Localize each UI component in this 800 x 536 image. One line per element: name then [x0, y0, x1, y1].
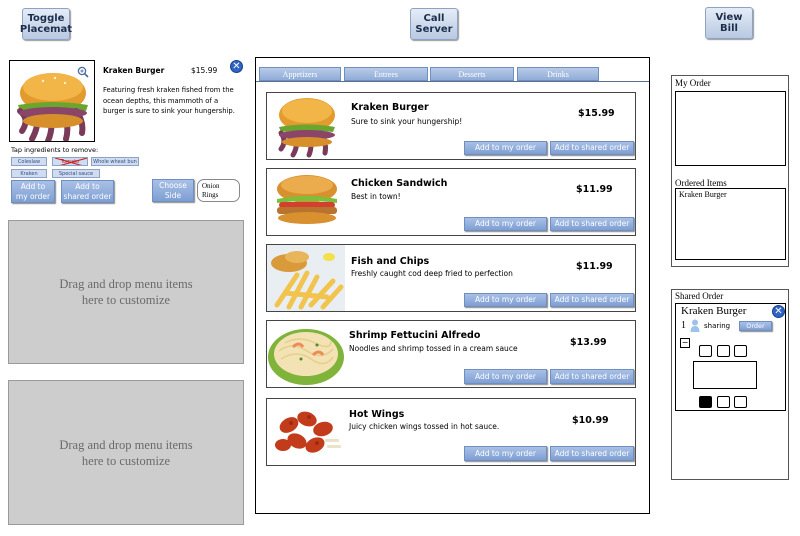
hot-wings-image [267, 399, 345, 465]
tab-drinks[interactable]: Drinks [517, 67, 599, 81]
add-to-shared-order-button[interactable]: Add to shared order [550, 369, 634, 384]
ingredient-chip-whole-wheat-bun[interactable]: Whole wheat bun [91, 157, 139, 166]
my-order-title: My Order [675, 78, 711, 88]
removed-cross-icon [54, 158, 87, 165]
view-bill-button[interactable]: View Bill [705, 7, 753, 39]
seat-empty[interactable] [734, 345, 747, 357]
seat-empty[interactable] [717, 345, 730, 357]
add-to-shared-order-button[interactable]: Add to shared order [550, 293, 634, 307]
detail-price: $15.99 [191, 66, 218, 75]
my-order-list[interactable] [675, 91, 786, 166]
menu-item-name: Chicken Sandwich [351, 178, 448, 189]
zoom-icon[interactable] [77, 65, 89, 78]
add-to-shared-order-button[interactable]: Add to shared order [550, 446, 634, 461]
seat-empty[interactable] [734, 396, 747, 408]
share-count: 1 [681, 320, 686, 331]
fish-and-chips-image [267, 245, 345, 311]
add-to-my-order-button[interactable]: Add to my order [464, 369, 547, 384]
menu-item-desc: Juicy chicken wings tossed in hot sauce. [349, 422, 500, 431]
person-icon [690, 319, 700, 332]
menu-item-desc: Sure to sink your hungership! [351, 117, 463, 126]
tab-divider [256, 81, 649, 82]
menu-item-price: $11.99 [576, 261, 613, 272]
add-to-my-order-button[interactable]: Add to my order [464, 141, 547, 155]
placemat-drop-zone-2[interactable]: Drag and drop menu items here to customi… [8, 380, 244, 525]
shared-order-item[interactable]: Kraken Burger ✕ 1 sharing Order − [675, 303, 786, 411]
table-shape [693, 361, 757, 389]
add-to-my-order-button[interactable]: Add to my order [11, 180, 55, 203]
ordered-item: Kraken Burger [679, 190, 727, 199]
menu-item-price: $13.99 [570, 337, 607, 348]
add-to-shared-order-button[interactable]: Add to shared order [61, 180, 114, 203]
add-to-shared-order-button[interactable]: Add to shared order [550, 141, 634, 155]
tab-appetizers[interactable]: Appetizers [259, 67, 341, 81]
item-detail-card: Kraken Burger $15.99 ✕ Featuring fresh k… [8, 58, 244, 206]
remove-seat-button[interactable]: − [680, 338, 690, 348]
placemat-drop-zone-1[interactable]: Drag and drop menu items here to customi… [8, 220, 244, 364]
ordered-items-list: Kraken Burger [675, 188, 786, 260]
menu-item-desc: Best in town! [351, 192, 401, 201]
kraken-burger-image [267, 93, 345, 159]
close-icon[interactable]: ✕ [772, 305, 785, 318]
menu-item-chicken-sandwich[interactable]: Chicken Sandwich Best in town! $11.99 Ad… [266, 168, 636, 236]
menu-item-fish-and-chips[interactable]: Fish and Chips Freshly caught cod deep f… [266, 244, 636, 312]
add-to-my-order-button[interactable]: Add to my order [464, 293, 547, 307]
tab-desserts[interactable]: Desserts [430, 67, 514, 81]
menu-item-price: $15.99 [578, 108, 615, 119]
tap-ingredients-label: Tap ingredients to remove: [11, 146, 99, 154]
menu-item-shrimp-fettucini-alfredo[interactable]: Shrimp Fettucini Alfredo Noodles and shr… [266, 320, 636, 388]
add-to-shared-order-button[interactable]: Add to shared order [550, 217, 634, 231]
menu-item-desc: Noodles and shrimp tossed in a cream sau… [349, 344, 518, 353]
seat-empty[interactable] [717, 396, 730, 408]
menu-item-price: $11.99 [576, 184, 613, 195]
close-icon[interactable]: ✕ [230, 60, 243, 73]
add-to-my-order-button[interactable]: Add to my order [464, 446, 547, 461]
ingredient-chip-tomato[interactable]: Tomato [52, 157, 88, 166]
menu-item-name: Hot Wings [349, 409, 405, 420]
menu-panel: Appetizers Entrees Desserts Drinks Krake… [255, 57, 650, 514]
add-to-my-order-button[interactable]: Add to my order [464, 217, 547, 231]
ordered-items-title: Ordered Items [675, 178, 727, 188]
shared-order-title: Shared Order [675, 291, 724, 301]
ingredient-chip-kraken[interactable]: Kraken [11, 169, 47, 178]
shrimp-fettucini-image [267, 321, 345, 387]
call-server-button[interactable]: Call Server [410, 8, 458, 40]
shared-item-name: Kraken Burger [681, 305, 747, 317]
menu-item-price: $10.99 [572, 415, 609, 426]
my-order-panel: My Order Ordered Items Kraken Burger [671, 75, 789, 267]
shared-order-panel: Shared Order Kraken Burger ✕ 1 sharing O… [671, 289, 789, 480]
menu-item-kraken-burger[interactable]: Kraken Burger Sure to sink your hungersh… [266, 92, 636, 160]
seat-filled[interactable] [699, 396, 712, 408]
menu-item-name: Shrimp Fettucini Alfredo [349, 330, 481, 341]
menu-item-name: Kraken Burger [351, 102, 429, 113]
tab-entrees[interactable]: Entrees [344, 67, 428, 81]
menu-item-desc: Freshly caught cod deep fried to perfect… [351, 269, 513, 278]
ingredient-chip-special-sauce[interactable]: Special sauce [52, 169, 100, 178]
choose-side-button[interactable]: Choose Side [152, 179, 194, 202]
seat-empty[interactable] [699, 345, 712, 357]
detail-name: Kraken Burger [103, 66, 165, 75]
ingredient-chip-coleslaw[interactable]: Coleslaw [11, 157, 47, 166]
shared-order-button[interactable]: Order [739, 321, 772, 331]
toggle-placemat-button[interactable]: Toggle Placemat [20, 8, 72, 40]
sharing-label: sharing [704, 322, 731, 330]
chicken-sandwich-image [267, 169, 345, 235]
detail-description: Featuring fresh kraken fished from the o… [103, 86, 235, 115]
menu-item-hot-wings[interactable]: Hot Wings Juicy chicken wings tossed in … [266, 398, 636, 466]
side-selection-field[interactable]: Onion Rings [197, 179, 240, 202]
menu-item-name: Fish and Chips [351, 256, 430, 267]
